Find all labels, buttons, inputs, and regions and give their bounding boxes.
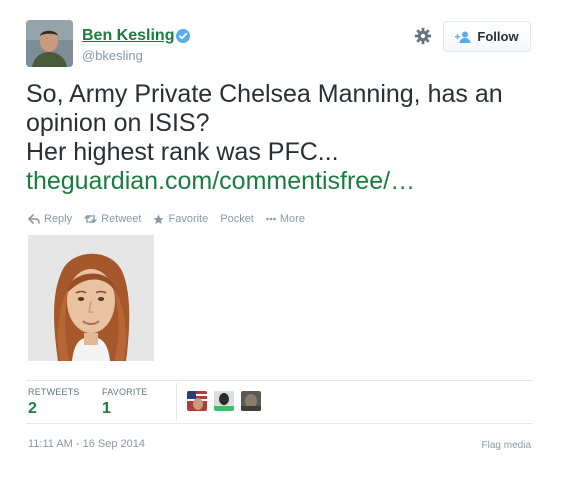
flag-media-link[interactable]: Flag media [482, 440, 531, 451]
retweet-action[interactable]: Retweet [84, 213, 141, 225]
author-name-link[interactable]: Ben Kesling [82, 27, 174, 45]
tweet-media-image[interactable] [28, 235, 154, 361]
stats-separator [176, 383, 177, 420]
favorites-stat[interactable]: FAVORITE 1 [102, 387, 147, 418]
tweet-timestamp[interactable]: 11:11 AM - 16 Sep 2014 [28, 438, 145, 450]
avatar-photo-icon [26, 20, 73, 67]
tweet-text: So, Army Private Chelsea Manning, has an… [26, 80, 546, 196]
tweet-link[interactable]: theguardian.com/commentisfree/… [26, 167, 415, 195]
pocket-action[interactable]: Pocket [220, 213, 254, 225]
tweet-text-line: opinion on ISIS? [26, 109, 210, 137]
avatar-photo-icon [214, 391, 234, 411]
tweet-text-line: So, Army Private Chelsea Manning, has an [26, 80, 503, 108]
favorites-label: FAVORITE [102, 387, 148, 397]
more-action[interactable]: More [266, 213, 305, 225]
follow-button-label: Follow [477, 29, 519, 44]
stats-divider-top [26, 380, 533, 381]
retweet-icon [84, 214, 97, 224]
more-label: More [279, 213, 305, 225]
ellipsis-icon [266, 217, 276, 221]
add-user-icon [455, 31, 471, 43]
reply-icon [28, 214, 40, 224]
reply-label: Reply [44, 213, 73, 225]
avatar-photo-icon [241, 391, 261, 411]
engager-avatar[interactable] [241, 391, 261, 411]
tweet-actions: Reply Retweet Favorite Pocket More [28, 211, 317, 227]
stats-divider-bottom [26, 423, 533, 424]
retweets-count[interactable]: 2 [28, 400, 80, 418]
verified-badge-icon [176, 29, 190, 43]
author-handle: @bkesling [82, 48, 143, 63]
portrait-illustration-icon [28, 235, 154, 361]
star-icon [153, 214, 164, 224]
follow-button[interactable]: Follow [443, 21, 531, 52]
retweets-stat[interactable]: RETWEETS 2 [28, 387, 80, 418]
reply-action[interactable]: Reply [28, 213, 72, 225]
tweet-card: Ben Kesling @bkesling Follow So, Army Pr [0, 0, 561, 478]
engager-avatar[interactable] [187, 391, 207, 411]
author-avatar[interactable] [26, 20, 73, 67]
retweet-label: Retweet [101, 213, 142, 225]
favorite-label: Favorite [168, 213, 209, 225]
gear-icon[interactable] [414, 27, 432, 45]
retweets-label: RETWEETS [28, 387, 80, 397]
engager-avatars [187, 391, 268, 411]
pocket-label: Pocket [220, 213, 254, 225]
avatar-photo-icon [187, 391, 207, 411]
tweet-text-line: Her highest rank was PFC... [26, 138, 339, 166]
engager-avatar[interactable] [214, 391, 234, 411]
favorite-action[interactable]: Favorite [153, 213, 208, 225]
favorites-count[interactable]: 1 [102, 400, 147, 418]
